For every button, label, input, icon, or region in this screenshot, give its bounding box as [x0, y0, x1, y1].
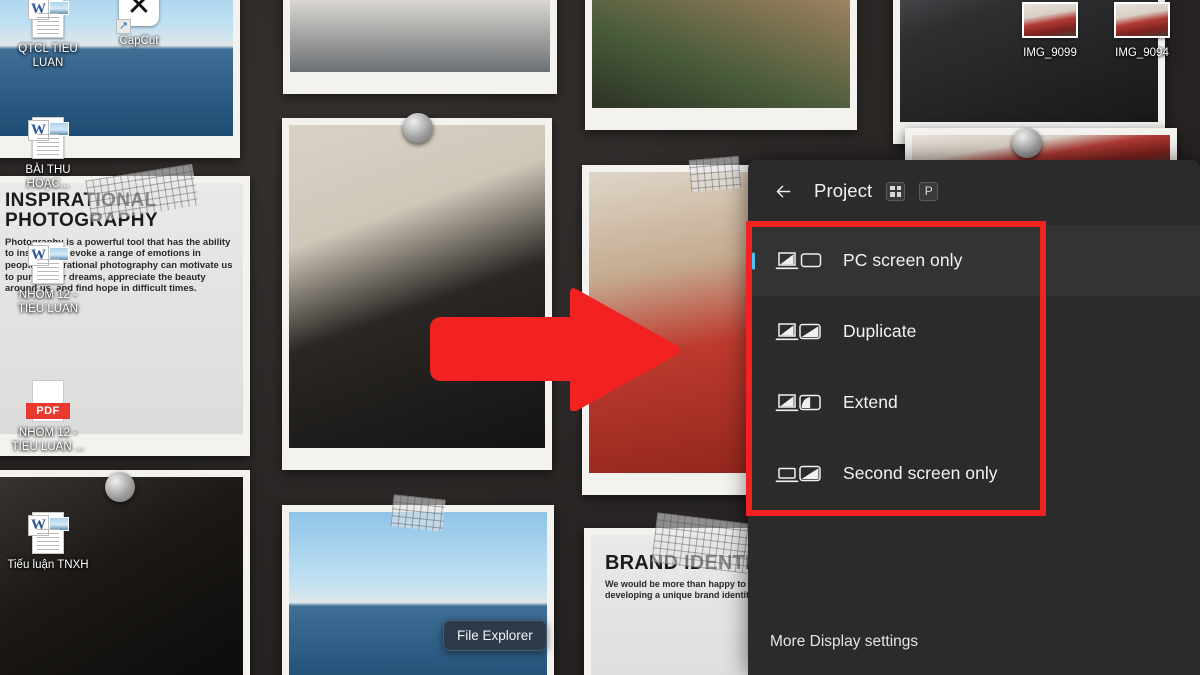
flyout-header: Project P [748, 160, 1200, 222]
file-explorer-tooltip-label: File Explorer [457, 628, 533, 643]
flyout-title: Project [814, 180, 873, 201]
laptop-active-monitor-extend-icon [775, 393, 821, 411]
word-document-icon: W [25, 0, 71, 40]
pin [1012, 128, 1042, 158]
pin [105, 472, 135, 502]
file-explorer-tooltip: File Explorer [443, 620, 547, 651]
desktop-icon-label: Tiếu luận TNXH [7, 559, 89, 571]
red-pointer-arrow-icon [430, 288, 680, 411]
laptop-active-monitor-active-icon [775, 322, 821, 340]
project-option-label: PC screen only [843, 250, 963, 270]
desktop-icon-label: NHOM 12 - TIEU LUAN ... [11, 427, 85, 454]
capcut-icon: ✕ ↗ [116, 0, 162, 34]
screen-root: INSPIRATIONAL PHOTOGRAPHY Photography is… [0, 0, 1200, 675]
desktop-icon-nhom12-tieu-luan-pdf[interactable]: PDF NHOM 12 - TIEU LUAN ... [6, 378, 90, 454]
desktop-icon-capcut[interactable]: ✕ ↗ CapCut [97, 0, 181, 48]
project-option-duplicate[interactable]: Duplicate [748, 296, 1200, 367]
desktop-icon-qtcl-tieu-luan[interactable]: W QTCL TIEU LUAN [6, 0, 90, 70]
laptop-off-monitor-active-icon [775, 465, 821, 482]
shortcut-arrow-icon: ↗ [116, 19, 131, 34]
project-option-pc-screen-only[interactable]: PC screen only [748, 225, 1200, 296]
wallpaper-photo [283, 0, 557, 94]
back-arrow-icon[interactable] [766, 174, 800, 208]
pin [403, 113, 433, 143]
desktop-icon-img-9099[interactable]: IMG_9099 [1008, 0, 1092, 60]
desktop-icon-label: QTCL TIEU LUAN [18, 43, 78, 70]
tape-strip [688, 155, 742, 193]
desktop-icon-bai-thu-hoac[interactable]: W BÀI THU HOẠC... [6, 115, 90, 191]
word-document-icon: W [25, 510, 71, 556]
desktop-icon-label: IMG_9094 [1115, 47, 1169, 59]
wallpaper-photo [585, 0, 857, 130]
windows-key-icon [886, 181, 906, 201]
more-display-settings-label: More Display settings [770, 633, 919, 650]
desktop-icon-tieu-luan-tnxh[interactable]: W Tiếu luận TNXH [6, 510, 90, 572]
project-flyout-panel: Project P PC screen only Duplicate Exten… [748, 160, 1200, 675]
word-document-icon: W [25, 115, 71, 161]
project-mode-list: PC screen only Duplicate Extend Second s… [748, 222, 1200, 509]
tape-strip [390, 494, 446, 532]
desktop-icon-nhom12-tieu-luan-word[interactable]: W NHOM 12 - TIEU LUAN [6, 240, 90, 316]
image-file-icon [1022, 0, 1078, 44]
image-file-icon [1114, 0, 1170, 44]
p-key-icon: P [919, 181, 939, 201]
project-option-second-screen-only[interactable]: Second screen only [748, 438, 1200, 509]
more-display-settings-link[interactable]: More Display settings [748, 609, 1200, 675]
desktop-icon-label: CapCut [119, 35, 159, 47]
project-option-extend[interactable]: Extend [748, 367, 1200, 438]
project-option-label: Extend [843, 392, 898, 412]
desktop-icon-label: NHOM 12 - TIEU LUAN [17, 289, 79, 316]
laptop-active-monitor-off-icon [775, 251, 822, 269]
pdf-document-icon: PDF [25, 378, 71, 424]
desktop-icon-img-9094[interactable]: IMG_9094 [1100, 0, 1184, 60]
desktop-icon-label: IMG_9099 [1023, 47, 1077, 59]
selection-indicator [752, 252, 755, 269]
word-document-icon: W [25, 240, 71, 286]
desktop-icon-label: BÀI THU HOẠC... [25, 164, 71, 191]
project-option-label: Duplicate [843, 321, 917, 341]
project-option-label: Second screen only [843, 463, 998, 483]
